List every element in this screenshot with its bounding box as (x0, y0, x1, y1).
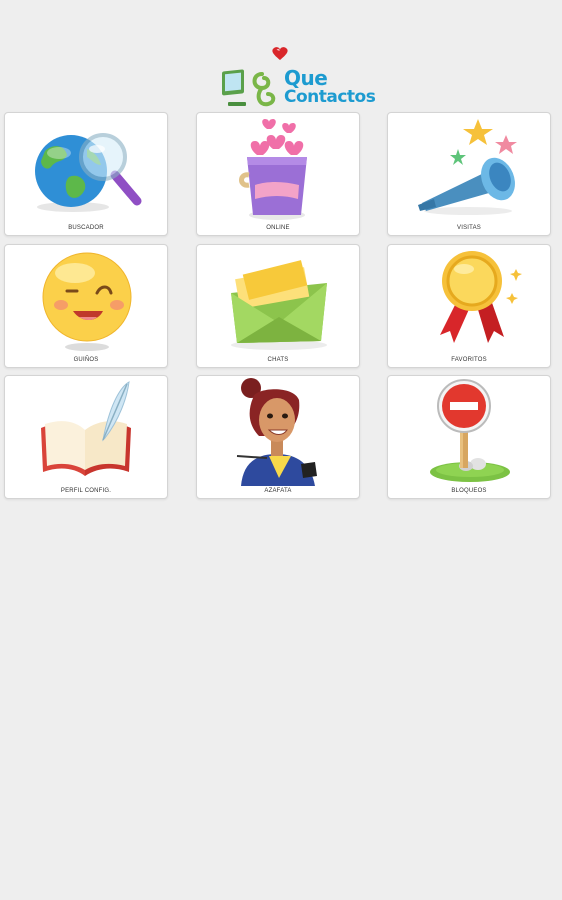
quecontactos-logo: Que Contactos (218, 46, 376, 112)
award-medal-icon (440, 251, 522, 343)
tile-azafata[interactable]: AZAFATA (196, 375, 360, 499)
no-entry-sign-icon (430, 379, 510, 482)
hostess-woman-icon (236, 378, 317, 486)
winking-smiley-icon (42, 252, 132, 351)
telescope-stars-icon (418, 119, 517, 215)
envelope-letters-icon (231, 260, 327, 350)
app-screen: Que Contactos BUSCADOR ONLINE VISITAS GU… (0, 0, 562, 900)
tile-label: PERFIL CONFIG. (60, 488, 112, 494)
tile-label: BLOQUEOS (451, 488, 487, 494)
tile-label: ONLINE (266, 225, 290, 231)
tile-label: BUSCADOR (68, 225, 104, 231)
logo-text-contactos: Contactos (284, 87, 376, 107)
globe-magnifier-icon (35, 133, 142, 212)
tile-favoritos[interactable]: FAVORITOS (387, 244, 551, 368)
tile-label: VISITAS (457, 225, 481, 231)
tile-chats[interactable]: CHATS (196, 244, 360, 368)
tile-visitas[interactable]: VISITAS (387, 112, 551, 236)
tile-label: CHATS (267, 357, 289, 363)
tile-buscador[interactable]: BUSCADOR (4, 112, 168, 236)
tile-bloqueos[interactable]: BLOQUEOS (387, 375, 551, 499)
tile-label: GUIÑOS (73, 357, 99, 363)
book-quill-icon (41, 381, 131, 476)
tile-label: AZAFATA (264, 488, 292, 494)
tile-perfil-config[interactable]: PERFIL CONFIG. (4, 375, 168, 499)
tile-guinos[interactable]: GUIÑOS (4, 244, 168, 368)
tile-label: FAVORITOS (451, 357, 487, 363)
tile-online[interactable]: ONLINE (196, 112, 360, 236)
bucket-of-hearts-icon (239, 119, 307, 220)
